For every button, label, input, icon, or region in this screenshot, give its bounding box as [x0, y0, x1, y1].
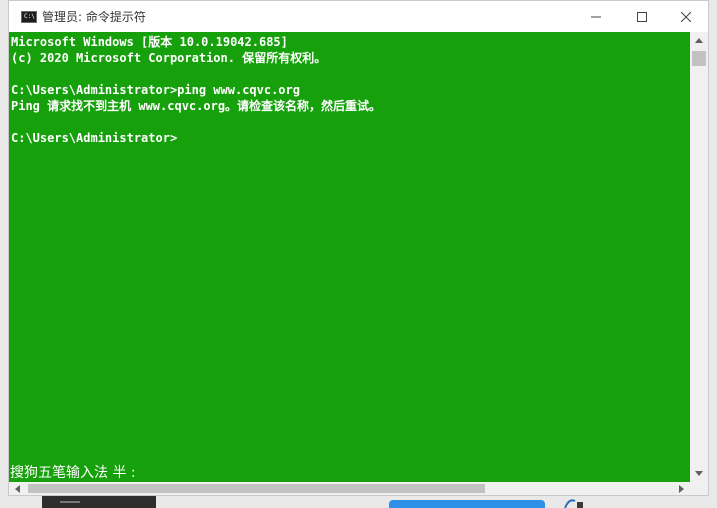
console-area[interactable]: Microsoft Windows [版本 10.0.19042.685] (c…: [9, 32, 690, 482]
close-icon: [681, 11, 691, 22]
maximize-icon: [637, 11, 647, 22]
background-button[interactable]: [389, 500, 545, 508]
background-app-icon[interactable]: [563, 498, 585, 508]
chevron-right-icon: [679, 484, 684, 493]
chevron-left-icon: [15, 484, 20, 493]
scroll-left-button[interactable]: [9, 482, 26, 495]
horizontal-scrollbar[interactable]: [9, 482, 690, 495]
minimize-icon: [591, 16, 601, 17]
console-prompt[interactable]: C:\Users\Administrator>: [11, 130, 177, 146]
vertical-scroll-thumb[interactable]: [692, 51, 706, 66]
maximize-button[interactable]: [619, 1, 665, 32]
chevron-down-icon: [695, 471, 703, 476]
background-taskbar: [0, 496, 717, 508]
vertical-scrollbar[interactable]: [690, 32, 708, 482]
close-button[interactable]: [663, 1, 709, 32]
console-line: Microsoft Windows [版本 10.0.19042.685]: [11, 35, 288, 49]
title-bar[interactable]: C:\ 管理员: 命令提示符: [9, 1, 708, 32]
minimize-button[interactable]: [573, 1, 619, 32]
scrollbar-corner: [690, 482, 708, 495]
cmd-icon: C:\: [21, 11, 37, 23]
cmd-window: C:\ 管理员: 命令提示符 Microsoft Windows [版本 10.…: [8, 0, 709, 496]
console-line: (c) 2020 Microsoft Corporation. 保留所有权利。: [11, 51, 327, 65]
window-title: 管理员: 命令提示符: [42, 10, 146, 24]
ime-status: 搜狗五笔输入法 半 :: [10, 465, 136, 481]
scroll-up-button[interactable]: [690, 32, 708, 49]
console-line: C:\Users\Administrator>ping www.cqvc.org: [11, 83, 300, 97]
background-window[interactable]: [42, 496, 156, 508]
console-line: Ping 请求找不到主机 www.cqvc.org。请检查该名称，然后重试。: [11, 99, 382, 113]
chevron-up-icon: [695, 38, 703, 43]
horizontal-scroll-thumb[interactable]: [28, 484, 485, 493]
background-window-detail: [60, 501, 80, 503]
scroll-down-button[interactable]: [690, 465, 708, 482]
scroll-right-button[interactable]: [673, 482, 690, 495]
